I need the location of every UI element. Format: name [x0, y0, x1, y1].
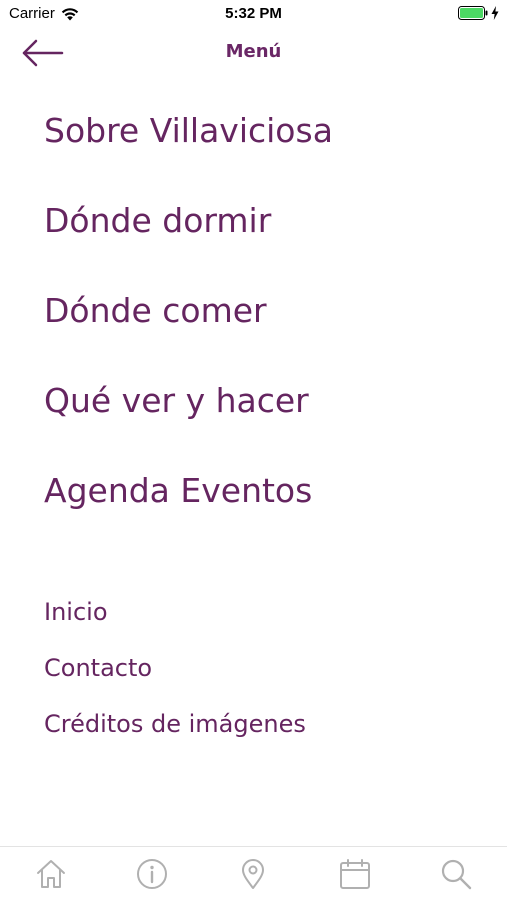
menu-item-contacto[interactable]: Contacto: [44, 650, 484, 706]
battery-icon: [458, 6, 488, 20]
menu-item-donde-comer[interactable]: Dónde comer: [44, 288, 484, 378]
primary-menu: Sobre Villaviciosa Dónde dormir Dónde co…: [44, 108, 484, 558]
status-bar: Carrier 5:32 PM: [0, 0, 507, 28]
tab-calendar[interactable]: [335, 854, 375, 894]
menu-item-inicio[interactable]: Inicio: [44, 594, 484, 650]
charging-bolt-icon: [491, 6, 499, 20]
secondary-menu: Inicio Contacto Créditos de imágenes: [44, 594, 484, 762]
home-icon: [36, 860, 65, 888]
status-time: 5:32 PM: [225, 5, 282, 22]
search-icon: [442, 859, 472, 890]
tab-search[interactable]: [436, 854, 476, 894]
menu-item-que-ver-y-hacer[interactable]: Qué ver y hacer: [44, 378, 484, 468]
menu-item-agenda-eventos[interactable]: Agenda Eventos: [44, 468, 484, 558]
tab-home[interactable]: [31, 854, 71, 894]
info-icon: [137, 859, 168, 889]
menu-screen: Carrier 5:32 PM Menú Sobre Villaviciosa …: [0, 0, 507, 900]
menu-item-creditos-imagenes[interactable]: Créditos de imágenes: [44, 706, 484, 762]
menu-item-sobre-villaviciosa[interactable]: Sobre Villaviciosa: [44, 108, 484, 198]
tab-location[interactable]: [233, 854, 273, 894]
tab-bar: [0, 846, 507, 900]
calendar-icon: [339, 859, 370, 889]
navigation-bar: Menú: [0, 28, 507, 78]
status-right: [458, 6, 499, 20]
location-pin-icon: [242, 859, 265, 889]
page-title: Menú: [225, 41, 282, 62]
menu-item-donde-dormir[interactable]: Dónde dormir: [44, 198, 484, 288]
tab-info[interactable]: [132, 854, 172, 894]
